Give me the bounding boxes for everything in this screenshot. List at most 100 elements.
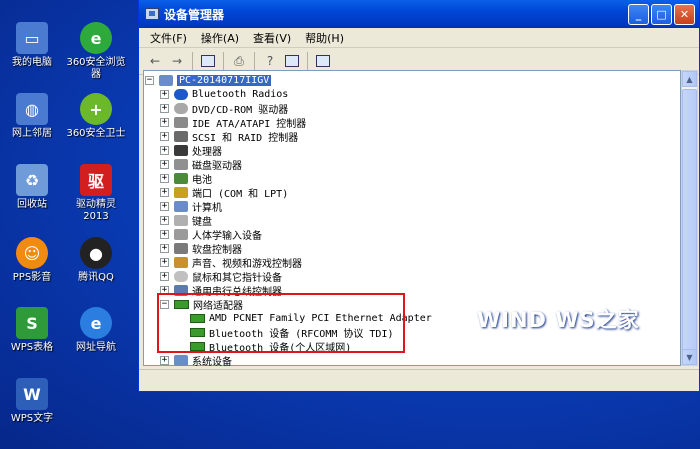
desktop-icon-label: WPS文字 <box>10 413 54 424</box>
desktop-icon-network-places[interactable]: ◍ 网上邻居 <box>0 93 64 140</box>
expand-icon[interactable]: + <box>160 355 169 365</box>
expand-icon[interactable]: + <box>160 117 169 127</box>
expand-icon[interactable]: + <box>160 131 169 141</box>
tree-item[interactable]: + 键盘 <box>160 213 212 228</box>
tree-item-label: 电池 <box>192 174 212 186</box>
expand-icon[interactable]: + <box>160 271 169 281</box>
menu-view[interactable]: 查看(V) <box>246 30 298 46</box>
tree-item[interactable]: + 人体学输入设备 <box>160 227 262 242</box>
forward-button[interactable]: → <box>167 51 187 71</box>
device-manager-icon <box>145 8 159 20</box>
menu-help[interactable]: 帮助(H) <box>298 30 351 46</box>
my-computer-icon: ▭ <box>16 22 48 54</box>
expand-icon[interactable]: + <box>160 243 169 253</box>
toolbar-separator <box>307 52 308 70</box>
window-title: 设备管理器 <box>164 7 225 22</box>
tree-item[interactable]: + 声音、视频和游戏控制器 <box>160 255 302 270</box>
expand-icon[interactable]: + <box>160 187 169 197</box>
tree-item-label: IDE ATA/ATAPI 控制器 <box>192 118 307 130</box>
desktop-icon-my-computer[interactable]: ▭ 我的电脑 <box>0 22 64 69</box>
tree-item[interactable]: + IDE ATA/ATAPI 控制器 <box>160 115 307 130</box>
tree-item-label: 计算机 <box>192 202 222 214</box>
scan-hardware-icon <box>316 55 330 67</box>
360-safeguard-icon: + <box>80 93 112 125</box>
desktop-icon-wps-writer[interactable]: W WPS文字 <box>0 378 64 425</box>
toolbar-separator <box>192 52 193 70</box>
toolbar-separator <box>254 52 255 70</box>
back-button[interactable]: ← <box>145 51 165 71</box>
desktop-icon-qq[interactable]: ● 腾讯QQ <box>64 237 128 284</box>
expand-icon[interactable]: + <box>160 257 169 267</box>
tree-item[interactable]: + 计算机 <box>160 199 222 214</box>
status-bar <box>139 369 699 391</box>
print-button[interactable]: ⎙ <box>229 51 249 71</box>
show-hide-tree-button[interactable] <box>198 51 218 71</box>
maximize-button[interactable]: □ <box>651 3 672 25</box>
watermark-logo: WIND WS之家 <box>477 308 640 332</box>
driver-genius-icon: 驱 <box>80 164 112 196</box>
scroll-thumb[interactable] <box>682 89 697 354</box>
desktop-icon-label: 我的电脑 <box>12 57 52 68</box>
network-places-icon: ◍ <box>16 93 48 125</box>
close-button[interactable]: ✕ <box>674 3 695 25</box>
tree-item[interactable]: + 端口 (COM 和 LPT) <box>160 185 289 200</box>
menu-action[interactable]: 操作(A) <box>194 30 246 46</box>
toolbar-separator <box>223 52 224 70</box>
tree-item-label: 声音、视频和游戏控制器 <box>192 258 302 270</box>
desktop-icon-recycle-bin[interactable]: ♻ 回收站 <box>0 164 64 211</box>
tree-item[interactable]: + Bluetooth Radios <box>160 87 288 101</box>
tree-item[interactable]: + 系统设备 <box>160 353 232 368</box>
desktop-icon-label: 腾讯QQ <box>78 272 114 283</box>
expand-icon[interactable]: + <box>160 201 169 211</box>
expand-icon[interactable]: + <box>160 89 169 99</box>
properties-button[interactable] <box>282 51 302 71</box>
desktop-icon-ie[interactable]: e 网址导航 <box>64 307 128 354</box>
mouse-icon <box>174 270 188 282</box>
desktop-icon-wps-sheet[interactable]: S WPS表格 <box>0 307 64 354</box>
minimize-button[interactable]: _ <box>628 3 649 25</box>
title-bar[interactable]: 设备管理器 _ □ ✕ <box>139 0 699 28</box>
expand-icon[interactable]: + <box>160 229 169 239</box>
tree-item[interactable]: + 鼠标和其它指针设备 <box>160 269 282 284</box>
sound-icon <box>174 256 188 268</box>
tree-item[interactable]: + 处理器 <box>160 143 222 158</box>
expand-icon[interactable]: + <box>160 145 169 155</box>
scroll-down-icon[interactable]: ▼ <box>682 349 697 365</box>
tree-item[interactable]: + 磁盘驱动器 <box>160 157 242 172</box>
help-icon: ? <box>266 54 274 68</box>
desktop-icon-360-safeguard[interactable]: + 360安全卫士 <box>64 93 128 140</box>
desktop-icon-360-browser[interactable]: e 360安全浏览器 <box>64 22 128 81</box>
expand-icon[interactable]: + <box>160 215 169 225</box>
computer-icon <box>159 74 173 86</box>
desktop-icon-label: 回收站 <box>17 199 47 210</box>
desktop-icon-driver-genius[interactable]: 驱 驱动精灵2013 <box>64 164 128 223</box>
desktop-icon-label: 网上邻居 <box>12 128 52 139</box>
expand-icon[interactable]: + <box>160 173 169 183</box>
recycle-bin-icon: ♻ <box>16 164 48 196</box>
tree-item[interactable]: + 软盘控制器 <box>160 241 242 256</box>
window-controls: _ □ ✕ <box>628 3 699 25</box>
ide-controller-icon <box>174 116 188 128</box>
desktop-icon-label: 360安全卫士 <box>66 128 126 139</box>
tree-item-label: 端口 (COM 和 LPT) <box>192 188 289 200</box>
processor-icon <box>174 144 188 156</box>
tree-item-label: 系统设备 <box>192 356 232 368</box>
console-tree-icon <box>201 55 215 67</box>
scroll-up-icon[interactable]: ▲ <box>682 71 697 87</box>
tree-item[interactable]: + SCSI 和 RAID 控制器 <box>160 129 298 144</box>
scan-hardware-button[interactable] <box>313 51 333 71</box>
tree-item-label: 磁盘驱动器 <box>192 160 242 172</box>
help-button[interactable]: ? <box>260 51 280 71</box>
scsi-controller-icon <box>174 130 188 142</box>
tree-root[interactable]: − PC-20140717IIGV <box>145 73 272 87</box>
tree-item[interactable]: + 电池 <box>160 171 212 186</box>
collapse-icon[interactable]: − <box>145 75 154 85</box>
expand-icon[interactable]: + <box>160 103 169 113</box>
expand-icon[interactable]: + <box>160 159 169 169</box>
dvd-drive-icon <box>174 102 188 114</box>
tree-item[interactable]: + DVD/CD-ROM 驱动器 <box>160 101 288 116</box>
desktop-icon-pps[interactable]: ☺ PPS影音 <box>0 237 64 284</box>
vertical-scrollbar[interactable]: ▲ ▼ <box>681 70 698 366</box>
tree-item-label: 键盘 <box>192 216 212 228</box>
menu-file[interactable]: 文件(F) <box>143 30 194 46</box>
